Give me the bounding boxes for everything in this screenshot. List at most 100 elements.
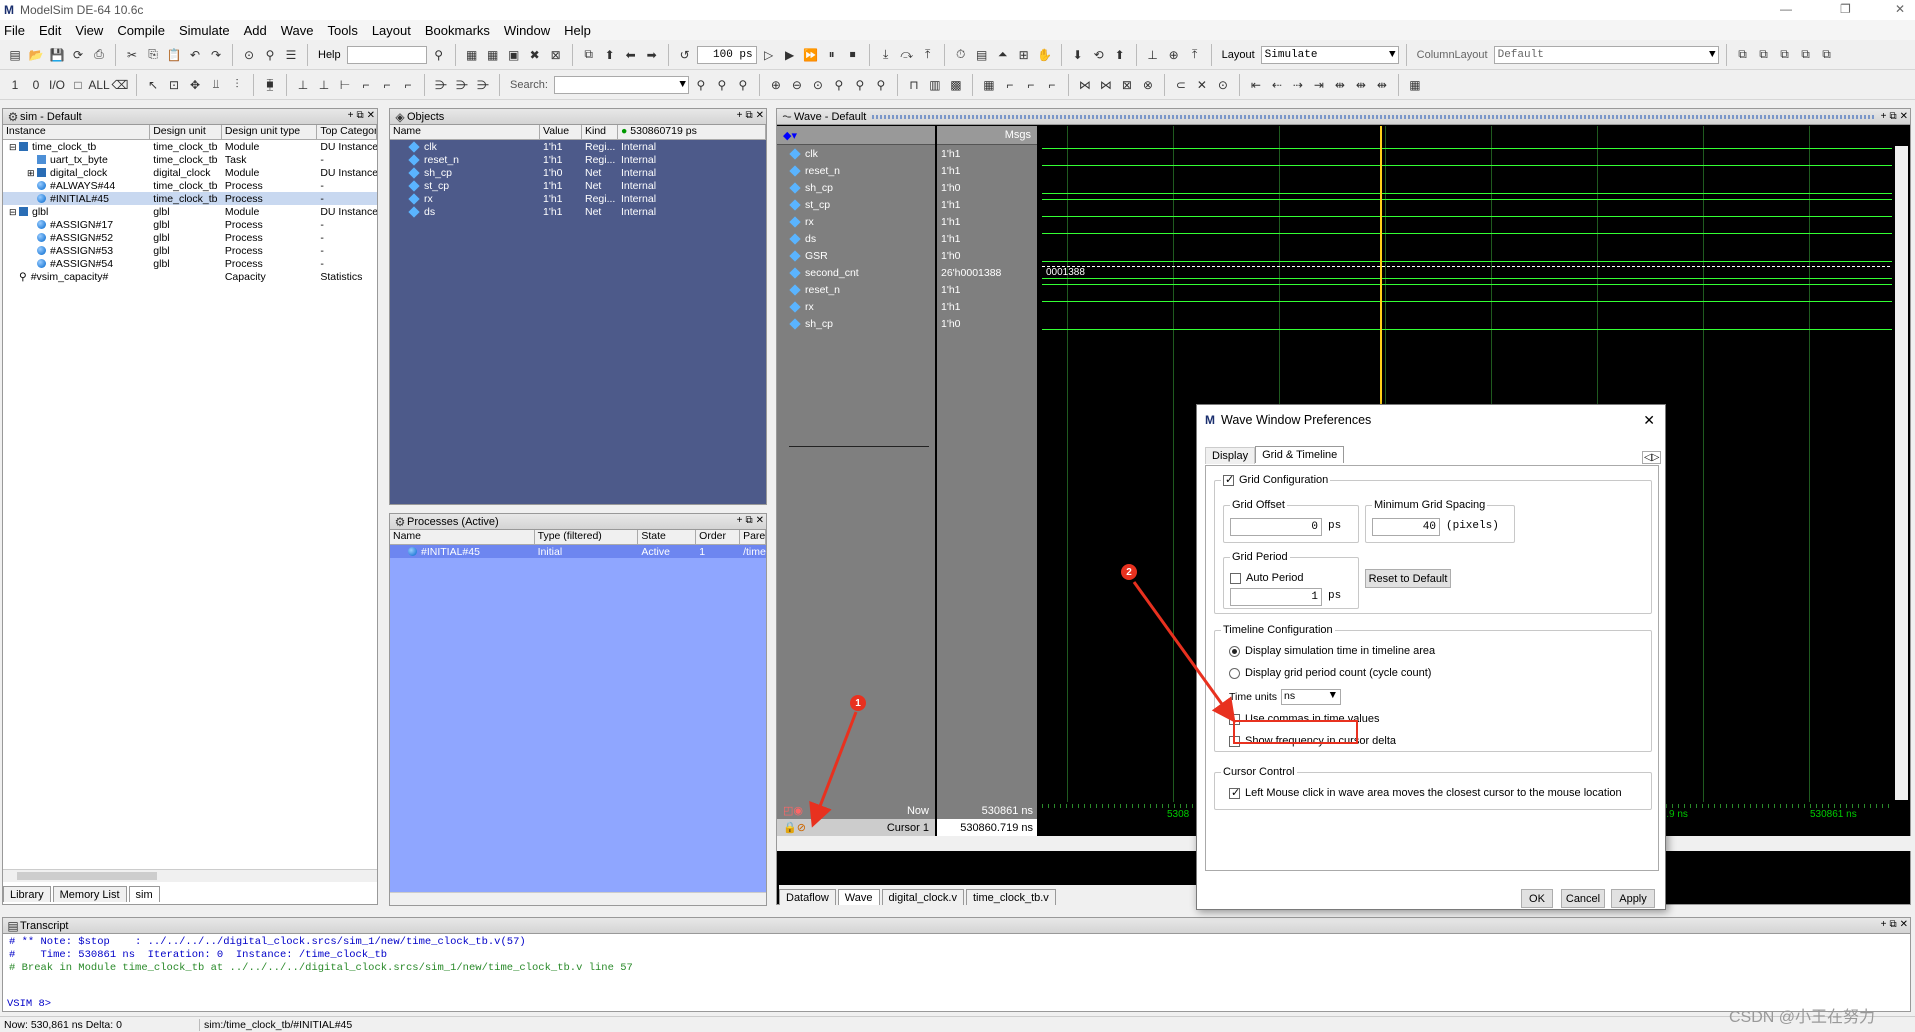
time-units-select[interactable]: ns ▼ xyxy=(1281,689,1341,705)
zoom-last-icon[interactable]: ⚲ xyxy=(872,76,890,94)
object-row[interactable]: rx 1'h1 Regi... Internal xyxy=(390,192,766,205)
wave-signal-name[interactable]: GSR xyxy=(777,247,935,264)
menu-view[interactable]: View xyxy=(75,23,103,38)
wave-edit-a-icon[interactable]: ▦ xyxy=(980,76,998,94)
edge-b-icon[interactable]: ⇠ xyxy=(1268,76,1286,94)
pane-add-icon[interactable]: + xyxy=(737,110,743,121)
menu-compile[interactable]: Compile xyxy=(117,23,165,38)
break-run-icon[interactable]: ⏸ xyxy=(823,46,841,64)
edge-a-icon[interactable]: ⇤ xyxy=(1247,76,1265,94)
tab-sim[interactable]: sim xyxy=(128,886,160,902)
help-search-icon[interactable]: ⚲ xyxy=(430,46,448,64)
perf-icon[interactable]: ⏱ xyxy=(952,46,970,64)
wave-edit-c-icon[interactable]: ⌐ xyxy=(1022,76,1040,94)
back-arrow-icon[interactable]: ⬅ xyxy=(622,46,640,64)
pane-add-icon[interactable]: + xyxy=(348,110,354,121)
code-coverage-icon[interactable]: ⊞ xyxy=(1015,46,1033,64)
tab-memory-list[interactable]: Memory List xyxy=(52,886,127,902)
tab-digital_clock-v[interactable]: digital_clock.v xyxy=(881,889,964,905)
insert-icon[interactable]: ⤒ xyxy=(1186,46,1204,64)
wave-vscroll[interactable] xyxy=(1895,146,1908,800)
cursor-lock-icon[interactable]: ⊢ xyxy=(336,76,354,94)
compile-icon[interactable]: ▦ xyxy=(463,46,481,64)
wave-signal-name[interactable]: reset_n xyxy=(777,162,935,179)
pane-undock-icon[interactable]: ⧉ xyxy=(356,110,363,121)
wave-signal-name[interactable]: sh_cp xyxy=(777,315,935,332)
edge-e-icon[interactable]: ⇹ xyxy=(1331,76,1349,94)
object-row[interactable]: st_cp 1'h1 Net Internal xyxy=(390,179,766,192)
tab-time_clock_tb-v[interactable]: time_clock_tb.v xyxy=(966,889,1056,905)
sim-hscroll[interactable] xyxy=(3,869,377,882)
zoom-in-icon[interactable]: ⊕ xyxy=(767,76,785,94)
transcript-prompt[interactable]: VSIM 8> xyxy=(7,998,51,1010)
pane-close-icon[interactable]: ✕ xyxy=(367,110,375,121)
layout-d-icon[interactable]: ⧉ xyxy=(1797,46,1815,64)
step-icon[interactable]: ⤓ xyxy=(877,46,895,64)
env-icon[interactable]: ⧉ xyxy=(580,46,598,64)
pane-add-icon[interactable]: + xyxy=(1881,919,1887,930)
open-folder-icon[interactable]: 📂 xyxy=(27,46,45,64)
layout-e-icon[interactable]: ⧉ xyxy=(1818,46,1836,64)
sim-col-0[interactable]: Instance xyxy=(3,125,151,139)
paste-icon[interactable]: 📋 xyxy=(165,46,183,64)
print-icon[interactable]: ⎙ xyxy=(90,46,108,64)
stop-icon[interactable]: ⊠ xyxy=(547,46,565,64)
zoom-cursor-icon[interactable]: ⚲ xyxy=(830,76,848,94)
wave-loop-icon[interactable]: ⟲ xyxy=(1090,46,1108,64)
pane-close-icon[interactable]: ✕ xyxy=(1900,919,1908,930)
wave-signal-name[interactable]: ds xyxy=(777,230,935,247)
processes-hscroll[interactable] xyxy=(390,892,766,905)
auto-period-checkbox[interactable] xyxy=(1230,572,1241,584)
minimize-icon[interactable]: — xyxy=(1780,2,1792,16)
tab-scroll-icon[interactable]: ◁▷ xyxy=(1642,451,1662,464)
layout-a-icon[interactable]: ⧉ xyxy=(1734,46,1752,64)
wave-config-icon[interactable]: ▦ xyxy=(1406,76,1424,94)
cursor-lock-icons[interactable]: 🔒⊘ xyxy=(783,821,806,834)
eraser-icon[interactable]: ⌫ xyxy=(111,76,129,94)
diff-a-icon[interactable]: ⋈ xyxy=(1076,76,1094,94)
zoom-mode-icon[interactable]: ⊡ xyxy=(165,76,183,94)
object-row[interactable]: clk 1'h1 Regi... Internal xyxy=(390,140,766,153)
layout-b-icon[interactable]: ⧉ xyxy=(1755,46,1773,64)
reset-default-button[interactable]: Reset to Default xyxy=(1365,569,1451,588)
expr-b-icon[interactable]: ✕ xyxy=(1193,76,1211,94)
tab-library[interactable]: Library xyxy=(3,886,51,902)
sim-row[interactable]: ⊟ time_clock_tb time_clock_tb Module DU Inst… xyxy=(3,140,377,153)
wave-style-c-icon[interactable]: ▩ xyxy=(947,76,965,94)
close-icon[interactable]: ✕ xyxy=(1895,2,1905,16)
edge-f-icon[interactable]: ⇹ xyxy=(1352,76,1370,94)
hand-icon[interactable]: ✋ xyxy=(1036,46,1054,64)
wave-signal-name[interactable]: clk xyxy=(777,145,935,162)
diff-b-icon[interactable]: ⋈ xyxy=(1097,76,1115,94)
sig-prev-icon[interactable]: ⋺ xyxy=(432,76,450,94)
cursor-add-icon[interactable]: ⊥ xyxy=(294,76,312,94)
menu-wave[interactable]: Wave xyxy=(281,23,314,38)
dialog-close-icon[interactable]: ✕ xyxy=(1643,412,1655,429)
help-input[interactable] xyxy=(346,45,427,64)
col-kind[interactable]: Kind xyxy=(582,125,618,139)
grid-config-checkbox[interactable] xyxy=(1223,473,1234,486)
sim-col-2[interactable]: Design unit type xyxy=(222,125,318,139)
forward-arrow-icon[interactable]: ➡ xyxy=(643,46,661,64)
sim-row[interactable]: #ASSIGN#54 glbl Process - xyxy=(3,257,377,270)
sig-internal-icon[interactable]: □ xyxy=(69,76,87,94)
wave-style-a-icon[interactable]: ⊓ xyxy=(905,76,923,94)
select-arrow-icon[interactable]: ↖ xyxy=(144,76,162,94)
expr-c-icon[interactable]: ⊙ xyxy=(1214,76,1232,94)
ok-button[interactable]: OK xyxy=(1521,889,1553,908)
sig-zero-icon[interactable]: 0 xyxy=(27,76,45,94)
object-row[interactable]: ds 1'h1 Net Internal xyxy=(390,205,766,218)
sim-row[interactable]: #ALWAYS#44 time_clock_tb Process - xyxy=(3,179,377,192)
col-name[interactable]: Name xyxy=(390,125,540,139)
restart-icon[interactable]: ↺ xyxy=(676,46,694,64)
col-name[interactable]: Name xyxy=(390,530,535,544)
object-row[interactable]: sh_cp 1'h0 Net Internal xyxy=(390,166,766,179)
continue-icon[interactable]: ▶ xyxy=(781,46,799,64)
columnlayout-select[interactable]: Default ▼ xyxy=(1493,45,1719,64)
edge-g-icon[interactable]: ⇹ xyxy=(1373,76,1391,94)
sim-row[interactable]: ⊞ digital_clock digital_clock Module DU Inst… xyxy=(3,166,377,179)
col-order[interactable]: Order xyxy=(696,530,741,544)
sim-row[interactable]: ⊟ glbl glbl Module DU Instance xyxy=(3,205,377,218)
pane-add-icon[interactable]: + xyxy=(737,515,743,526)
wave-up-icon[interactable]: ⬆ xyxy=(1111,46,1129,64)
